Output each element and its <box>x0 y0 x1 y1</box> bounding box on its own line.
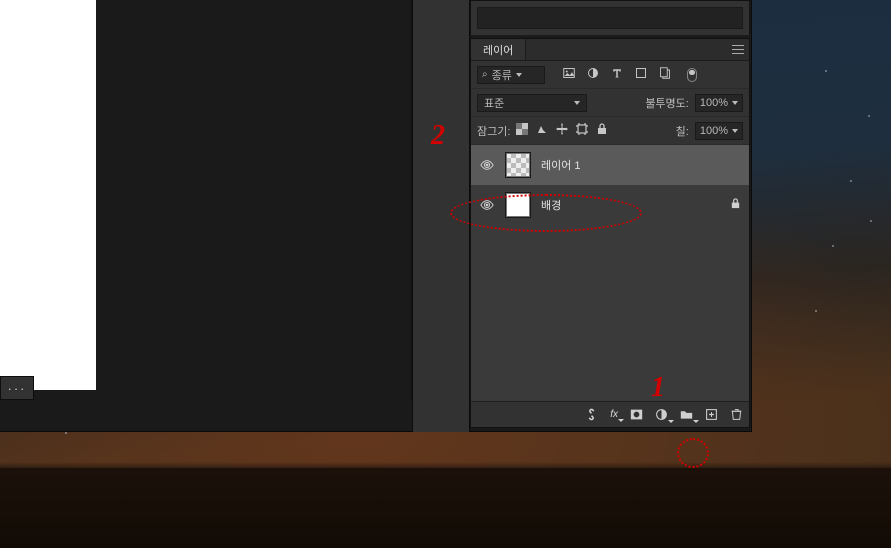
annotation-number-2: 2 <box>431 120 445 152</box>
layer-thumbnail[interactable] <box>505 192 531 218</box>
filter-icon-strip <box>563 67 697 82</box>
chevron-down-icon <box>574 101 580 105</box>
opacity-value: 100% <box>700 97 728 109</box>
chevron-down-icon <box>732 101 738 105</box>
new-group-icon[interactable] <box>680 408 693 421</box>
layer-name-label[interactable]: 레이어 1 <box>541 157 581 173</box>
more-icon: ··· <box>8 381 27 396</box>
opacity-label: 불투명도: <box>645 95 689 111</box>
panel-collapsed-top[interactable] <box>470 0 750 36</box>
layer-name-label[interactable]: 배경 <box>541 197 561 213</box>
fill-value: 100% <box>700 125 728 137</box>
layers-panel: 레이어 ⌕ 종류 표준 <box>470 38 750 428</box>
image-filter-icon[interactable] <box>563 67 575 82</box>
panel-menu-button[interactable] <box>727 39 749 60</box>
lock-all-icon[interactable] <box>596 123 608 138</box>
lock-icon-strip <box>516 123 608 138</box>
status-bar <box>0 400 412 426</box>
visibility-toggle[interactable] <box>479 197 495 213</box>
blend-mode-label: 표준 <box>484 95 504 111</box>
chevron-down-icon <box>516 73 522 77</box>
search-icon: ⌕ <box>482 69 488 80</box>
new-adjustment-icon[interactable] <box>655 408 668 421</box>
menu-icon <box>732 49 744 50</box>
lock-icon <box>730 198 741 212</box>
eye-icon <box>480 198 494 212</box>
panel-gutter <box>412 0 470 432</box>
panel-tab-bar: 레이어 <box>471 39 749 61</box>
delete-layer-icon[interactable] <box>730 408 743 421</box>
filter-kind-select[interactable]: ⌕ 종류 <box>477 66 545 84</box>
lock-position-icon[interactable] <box>556 123 568 138</box>
layer-filter-row: ⌕ 종류 <box>471 61 749 89</box>
lock-artboard-icon[interactable] <box>576 123 588 138</box>
tab-layers-label: 레이어 <box>483 45 513 57</box>
layer-style-icon[interactable]: fx <box>610 409 618 420</box>
layer-item[interactable]: 레이어 1 <box>471 145 749 185</box>
layer-item[interactable]: 배경 <box>471 185 749 225</box>
photoshop-window: 레이어 ⌕ 종류 표준 <box>0 0 752 432</box>
layer-list: 레이어 1 배경 <box>471 145 749 401</box>
canvas-area[interactable] <box>0 0 412 400</box>
link-layers-icon[interactable] <box>585 408 598 421</box>
visibility-toggle[interactable] <box>479 157 495 173</box>
blend-opacity-row: 표준 불투명도: 100% <box>471 89 749 117</box>
shape-filter-icon[interactable] <box>635 67 647 82</box>
tab-layers[interactable]: 레이어 <box>471 39 526 60</box>
filter-toggle[interactable] <box>687 68 697 82</box>
lock-fill-row: 잠그기: 칠: 100% <box>471 117 749 145</box>
fill-label: 칠: <box>676 123 689 139</box>
chevron-down-icon <box>732 129 738 133</box>
fill-input[interactable]: 100% <box>695 122 743 140</box>
add-mask-icon[interactable] <box>630 408 643 421</box>
blend-mode-select[interactable]: 표준 <box>477 94 587 112</box>
eye-icon <box>480 158 494 172</box>
lock-image-icon[interactable] <box>536 123 548 138</box>
annotation-number-1: 1 <box>651 372 665 404</box>
more-options-dock[interactable]: ··· <box>0 376 34 400</box>
layer-list-empty[interactable] <box>471 225 749 401</box>
smartobject-filter-icon[interactable] <box>659 67 671 82</box>
adjustment-filter-icon[interactable] <box>587 67 599 82</box>
lock-transparency-icon[interactable] <box>516 123 528 138</box>
filter-kind-label: 종류 <box>492 67 512 83</box>
layers-panel-footer: fx <box>471 401 749 427</box>
layer-thumbnail[interactable] <box>505 152 531 178</box>
type-filter-icon[interactable] <box>611 67 623 82</box>
lock-label: 잠그기: <box>477 123 510 139</box>
document-canvas[interactable] <box>0 0 96 390</box>
new-layer-icon[interactable] <box>705 408 718 421</box>
opacity-input[interactable]: 100% <box>695 94 743 112</box>
